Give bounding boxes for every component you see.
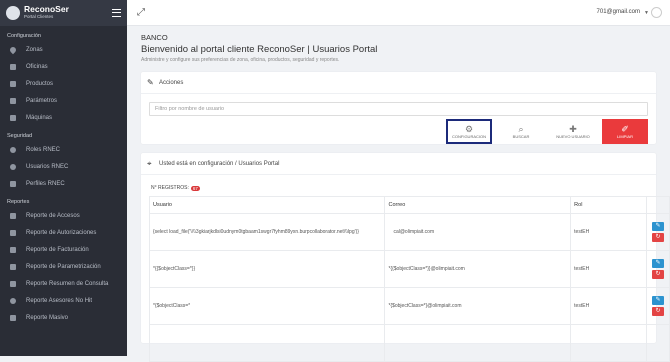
sidebar: ReconoSer Portal Clientes Configuración … — [0, 0, 127, 356]
sidebar-item-reporte-autorizaciones[interactable]: Reporte de Autorizaciones — [0, 224, 127, 241]
record-count-badge: 67 — [191, 186, 200, 191]
cell-usuario: *{{$objectClass=*}} — [150, 251, 385, 288]
fullscreen-icon[interactable]: ⤢ — [137, 8, 146, 17]
new-user-button[interactable]: ✚NUEVO USUARIO — [550, 119, 596, 144]
login-icon — [10, 213, 16, 219]
section-seguridad: Seguridad — [0, 126, 127, 141]
map-marker-icon: ⌖ — [147, 160, 155, 168]
sidebar-item-reporte-accesos[interactable]: Reporte de Accesos — [0, 207, 127, 224]
record-count: N° REGISTROS: 67 — [141, 175, 656, 191]
refresh-icon[interactable]: ↻ — [652, 307, 664, 316]
edit-icon[interactable]: ✎ — [652, 259, 664, 268]
sidebar-item-perfiles-rnec[interactable]: Perfiles RNEC — [0, 175, 127, 192]
magic-wand-icon: ✎ — [147, 79, 155, 87]
sidebar-item-oficinas[interactable]: Oficinas — [0, 58, 127, 75]
sidebar-item-reporte-facturacion[interactable]: Reporte de Facturación — [0, 241, 127, 258]
sidebar-item-parametros[interactable]: Parámetros — [0, 92, 127, 109]
gear-icon: ⚙ — [465, 124, 473, 134]
search-icon: ⌕ — [518, 124, 523, 134]
sliders-icon — [10, 98, 16, 104]
table-row: *{$objectClass=* *{$objectClass=*}@olimp… — [150, 288, 670, 325]
user-icon — [10, 298, 16, 304]
table-row: {select load_file('\\\\3gkiarjkdlsi0udny… — [150, 214, 670, 251]
column-correo: Correo — [385, 197, 571, 214]
check-icon — [10, 230, 16, 236]
section-reportes: Reportes — [0, 192, 127, 207]
users-icon — [10, 147, 16, 153]
cell-usuario: {select load_file('\\\\3gkiarjkdlsi0udny… — [150, 214, 385, 251]
cell-usuario: *{$objectClass=* — [150, 288, 385, 325]
page-subtitle: Administre y configure sus preferencias … — [141, 57, 656, 63]
gauge-icon — [10, 264, 16, 270]
brand-name: ReconoSer — [24, 6, 69, 13]
sidebar-item-usuarios-rnec[interactable]: Usuarios RNEC — [0, 158, 127, 175]
brand[interactable]: ReconoSer Portal Clientes — [0, 0, 127, 26]
edit-icon[interactable]: ✎ — [652, 222, 664, 231]
sidebar-item-reporte-parametrizacion[interactable]: Reporte de Parametrización — [0, 258, 127, 275]
column-rol: Rol — [571, 197, 647, 214]
brush-icon: ✐ — [621, 124, 629, 134]
breadcrumb: Usted está en configuración / Usuarios P… — [159, 161, 279, 167]
logo-icon — [6, 6, 20, 20]
sidebar-item-reporte-masivo[interactable]: Reporte Masivo — [0, 309, 127, 326]
cell-rol: testEH — [571, 214, 647, 251]
id-card-icon — [10, 181, 16, 187]
box-icon — [10, 81, 16, 87]
table-row: *{{$objectClass=*}} *{{$objectClass=*}}@… — [150, 251, 670, 288]
actions-card: ✎ Acciones Filtro por nombre de usuario … — [141, 72, 656, 144]
sidebar-item-roles-rnec[interactable]: Roles RNEC — [0, 141, 127, 158]
download-icon — [10, 315, 16, 321]
clear-button[interactable]: ✐LIMPIAR — [602, 119, 648, 144]
topbar: ⤢ 701@gmail.com ▼ — [127, 0, 670, 26]
username-filter-input[interactable]: Filtro por nombre de usuario — [149, 102, 648, 116]
sidebar-item-reporte-asesores[interactable]: Reporte Asesores No Hit — [0, 292, 127, 309]
cell-rol: testEH — [571, 288, 647, 325]
cell-rol: testEH — [571, 251, 647, 288]
building-icon — [10, 64, 16, 70]
brand-subtitle: Portal Clientes — [24, 13, 69, 20]
page-title: Bienvenido al portal cliente ReconoSer |… — [141, 44, 656, 55]
sidebar-item-maquinas[interactable]: Máquinas — [0, 109, 127, 126]
users-card: ⌖ Usted está en configuración / Usuarios… — [141, 153, 656, 343]
hamburger-menu-icon[interactable] — [112, 9, 121, 17]
refresh-icon[interactable]: ↻ — [652, 233, 664, 242]
laptop-icon — [10, 115, 16, 121]
main-content: BANCO Bienvenido al portal cliente Recon… — [127, 27, 670, 356]
user-group-icon — [10, 164, 16, 170]
search-button[interactable]: ⌕BUSCAR — [498, 119, 544, 144]
map-pin-icon — [9, 45, 17, 53]
sidebar-item-zonas[interactable]: Zonas — [0, 41, 127, 58]
sidebar-item-productos[interactable]: Productos — [0, 75, 127, 92]
users-table: Usuario Correo Rol {select load_file('\\… — [149, 196, 670, 362]
invoice-icon — [10, 247, 16, 253]
company-name: BANCO — [141, 33, 656, 42]
cell-correo: cal@olimpiait.com — [385, 214, 571, 251]
bar-chart-icon — [10, 281, 16, 287]
table-header-row: Usuario Correo Rol — [150, 197, 670, 214]
chevron-down-icon[interactable]: ▼ — [644, 10, 649, 16]
actions-title: Acciones — [159, 80, 183, 86]
section-configuracion: Configuración — [0, 26, 127, 41]
avatar[interactable] — [651, 7, 662, 18]
edit-icon[interactable]: ✎ — [652, 296, 664, 305]
cell-correo: *{{$objectClass=*}}@olimpiait.com — [385, 251, 571, 288]
column-usuario: Usuario — [150, 197, 385, 214]
user-email[interactable]: 701@gmail.com — [597, 9, 640, 15]
plus-icon: ✚ — [569, 124, 577, 134]
configuration-button[interactable]: ⚙CONFIGURACION — [446, 119, 492, 144]
sidebar-item-reporte-resumen[interactable]: Reporte Resumen de Consulta — [0, 275, 127, 292]
refresh-icon[interactable]: ↻ — [652, 270, 664, 279]
cell-correo: *{$objectClass=*}@olimpiait.com — [385, 288, 571, 325]
